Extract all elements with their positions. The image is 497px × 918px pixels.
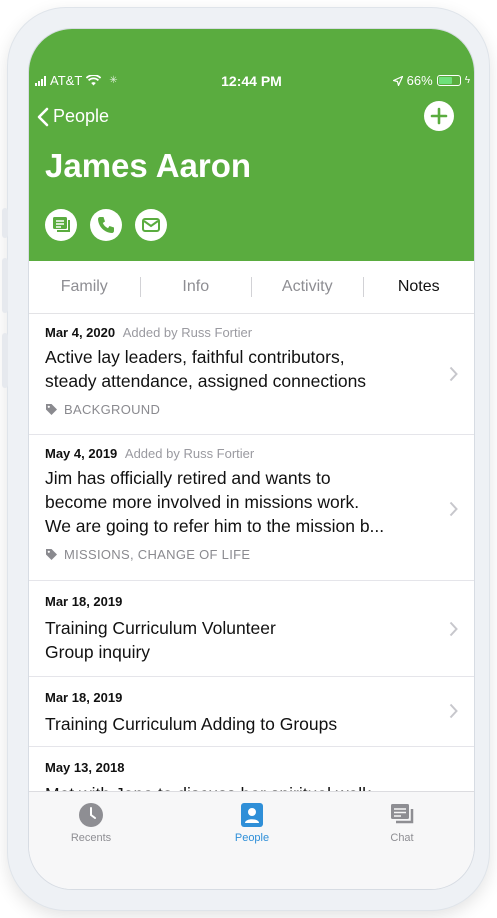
tabbar-label: Recents — [70, 832, 112, 844]
battery-percent: 66% — [406, 73, 433, 88]
phone-screen: AT&T ✳ 12:44 PM 66% ϟ People James Aaron… — [28, 28, 475, 890]
envelope-icon — [142, 218, 160, 232]
chevron-right-icon — [449, 621, 458, 637]
note-text-line: steady attendance, assigned connections — [45, 371, 367, 391]
phone-icon — [98, 217, 114, 233]
note-text-line: We are going to refer him to the mission… — [45, 516, 385, 536]
note-tags: MISSIONS, CHANGE OF LIFE — [64, 547, 251, 562]
note-text: Active lay leaders, faithful contributor… — [45, 345, 458, 393]
tab-activity[interactable]: Activity — [252, 278, 363, 296]
note-text-line: Group inquiry — [45, 642, 151, 662]
tabbar-item-chat[interactable]: Chat — [352, 802, 452, 844]
note-text-line: Active lay leaders, faithful contributor… — [45, 347, 345, 367]
tab-notes[interactable]: Notes — [364, 278, 475, 296]
tab-family[interactable]: Family — [29, 278, 140, 296]
note-text: Training Curriculum Volunteer Group inqu… — [45, 616, 458, 664]
chat-icon — [391, 804, 414, 824]
plus-icon — [430, 107, 448, 125]
chevron-right-icon — [449, 366, 458, 382]
notes-list: Mar 4, 2020 Added by Russ Fortier Active… — [29, 314, 474, 817]
message-icon — [53, 217, 70, 232]
email-button[interactable] — [135, 209, 167, 241]
side-button — [2, 333, 8, 388]
note-text-line: Training Curriculum Adding to Groups — [45, 714, 338, 734]
person-icon — [241, 803, 263, 827]
location-arrow-icon — [392, 75, 403, 86]
chevron-left-icon — [37, 107, 49, 126]
clock-icon — [79, 803, 103, 827]
side-button — [2, 208, 8, 238]
tabbar-item-recents[interactable]: Recents — [41, 802, 141, 844]
note-date: Mar 18, 2019 — [45, 594, 123, 609]
note-item[interactable]: May 4, 2019 Added by Russ Fortier Jim ha… — [29, 435, 474, 581]
battery-icon — [436, 75, 461, 86]
bottom-tab-bar: Recents People Chat — [29, 791, 474, 889]
person-name: James Aaron — [45, 147, 252, 184]
note-date: May 4, 2019 — [45, 446, 118, 461]
charging-bolt-icon: ϟ — [464, 75, 470, 86]
tag-icon — [46, 549, 57, 560]
tag-icon — [46, 404, 57, 415]
note-author: Added by Russ Fortier — [122, 325, 253, 340]
status-bar: AT&T ✳ 12:44 PM 66% ϟ — [29, 71, 474, 91]
note-tags: BACKGROUND — [64, 402, 161, 417]
message-button[interactable] — [45, 209, 77, 241]
tab-info[interactable]: Info — [141, 278, 252, 296]
note-item[interactable]: Mar 18, 2019 Training Curriculum Adding … — [29, 677, 474, 747]
note-date: May 13, 2018 — [45, 760, 125, 775]
note-text: Training Curriculum Adding to Groups — [45, 712, 458, 736]
note-date: Mar 18, 2019 — [45, 690, 123, 705]
call-button[interactable] — [90, 209, 122, 241]
tabbar-label: Chat — [390, 832, 414, 844]
segment-tabs: Family Info Activity Notes — [29, 261, 474, 314]
tabbar-item-people[interactable]: People — [202, 802, 302, 844]
note-text-line: Training Curriculum Volunteer — [45, 618, 276, 638]
chevron-right-icon — [449, 501, 458, 517]
note-item[interactable]: Mar 18, 2019 Training Curriculum Volunte… — [29, 581, 474, 677]
person-header: AT&T ✳ 12:44 PM 66% ϟ People James Aaron — [29, 29, 474, 261]
note-text-line: become more involved in missions work. — [45, 492, 360, 512]
tabbar-label: People — [234, 832, 270, 844]
contact-actions — [45, 209, 167, 241]
add-note-button[interactable] — [424, 101, 454, 131]
note-text: Jim has officially retired and wants to … — [45, 466, 458, 538]
note-item[interactable]: Mar 4, 2020 Added by Russ Fortier Active… — [29, 314, 474, 435]
side-button — [2, 258, 8, 313]
note-text-line: Jim has officially retired and wants to — [45, 468, 331, 488]
back-button[interactable]: People — [37, 106, 109, 127]
chevron-right-icon — [449, 703, 458, 719]
note-date: Mar 4, 2020 — [45, 325, 116, 340]
back-label: People — [53, 106, 110, 126]
note-author: Added by Russ Fortier — [124, 446, 255, 461]
